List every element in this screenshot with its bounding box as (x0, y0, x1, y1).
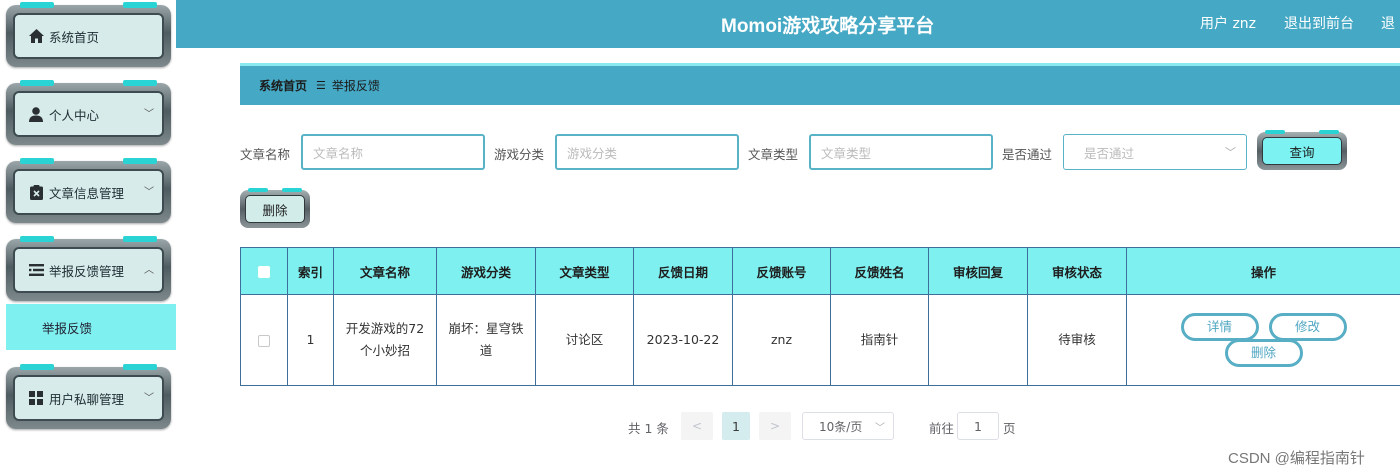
cell-feedback-account: znz (732, 294, 831, 386)
query-button[interactable]: 查询 (1257, 130, 1347, 170)
column-header: 审核状态 (1027, 247, 1127, 295)
list-icon (28, 262, 44, 278)
column-header: 索引 (287, 247, 334, 295)
chevron-down-icon: ﹀ (1225, 146, 1236, 159)
batch-delete-label: 删除 (245, 195, 305, 223)
cell-review-reply (928, 294, 1028, 386)
sidebar: 系统首页 个人中心 ﹀ 文章信息管理 ﹀ 举报反馈管理 ︿ 举报反馈 用户私聊管… (0, 0, 176, 474)
page-size-select[interactable]: 10条/页 ﹀ (802, 412, 894, 440)
table-header-row: 索引 文章名称 游戏分类 文章类型 反馈日期 反馈账号 反馈姓名 审核回复 审核… (240, 247, 1400, 295)
menu-separator-icon: ☰ (316, 79, 326, 92)
article-name-label: 文章名称 (240, 147, 291, 162)
sidebar-item-home[interactable]: 系统首页 (6, 2, 171, 67)
column-header: 反馈姓名 (830, 247, 929, 295)
prev-page-button[interactable]: < (681, 412, 713, 440)
batch-delete-button[interactable]: 删除 (240, 188, 310, 228)
sidebar-item-article-management[interactable]: 文章信息管理 ﹀ (6, 158, 171, 223)
next-page-button[interactable]: > (759, 412, 791, 440)
sidebar-item-label: 系统首页 (49, 29, 100, 45)
sidebar-item-label: 个人中心 (49, 107, 100, 123)
top-header: Momoi游戏攻略分享平台 用户 znz 退出到前台 退 (176, 0, 1400, 48)
current-user: 用户 znz (1200, 16, 1257, 32)
column-header: 反馈日期 (633, 247, 733, 295)
cell-operations: 详情 修改 删除 (1126, 294, 1400, 386)
page-number-current[interactable]: 1 (722, 412, 750, 440)
column-header: 文章类型 (535, 247, 634, 295)
column-header: 游戏分类 (436, 247, 536, 295)
app-title: Momoi游戏攻略分享平台 (721, 16, 935, 37)
column-header: 文章名称 (333, 247, 437, 295)
column-header: 反馈账号 (732, 247, 831, 295)
row-checkbox[interactable] (258, 334, 270, 347)
breadcrumb: 系统首页 ☰ 举报反馈 (240, 63, 1400, 105)
breadcrumb-home[interactable]: 系统首页 (259, 77, 307, 94)
home-icon (28, 28, 44, 44)
grid-icon (28, 390, 44, 406)
sidebar-item-label: 用户私聊管理 (49, 391, 125, 407)
back-to-front-link[interactable]: 退出到前台 (1284, 13, 1354, 33)
logout-link[interactable]: 退 (1381, 13, 1395, 33)
cell-feedback-name: 指南针 (830, 294, 929, 386)
cell-game-category: 崩坏：星穹铁道 (436, 294, 536, 386)
select-all-checkbox[interactable] (258, 266, 270, 278)
game-category-label: 游戏分类 (494, 147, 545, 162)
article-type-label: 文章类型 (748, 147, 799, 162)
query-button-label: 查询 (1262, 137, 1342, 165)
select-all-cell (240, 247, 288, 295)
pagination-total: 共 1 条 (628, 421, 669, 436)
watermark: CSDN @编程指南针 (1228, 450, 1365, 467)
column-header: 操作 (1126, 247, 1400, 295)
approved-label: 是否通过 (1002, 147, 1053, 162)
table-row: 1 开发游戏的72个小妙招 崩坏：星穹铁道 讨论区 2023-10-22 znz… (240, 294, 1400, 386)
row-delete-button[interactable]: 删除 (1224, 339, 1303, 367)
cell-article-type: 讨论区 (535, 294, 634, 386)
goto-label: 前往 (929, 421, 955, 436)
column-header: 审核回复 (928, 247, 1028, 295)
chevron-down-icon: ﹀ (144, 187, 154, 198)
chevron-down-icon: ﹀ (144, 393, 154, 404)
chevron-down-icon: ﹀ (875, 423, 885, 434)
breadcrumb-current: 举报反馈 (331, 79, 380, 93)
pagination: 共 1 条 < 1 > 10条/页 ﹀ 前往 1 页 (0, 412, 1400, 440)
chevron-down-icon: ﹀ (144, 109, 154, 120)
sidebar-item-report-feedback-management[interactable]: 举报反馈管理 ︿ (6, 236, 171, 301)
sidebar-subitem-report-feedback[interactable]: 举报反馈 (6, 304, 176, 350)
game-category-input[interactable]: 游戏分类 (555, 134, 739, 170)
goto-page-input[interactable]: 1 (957, 412, 999, 440)
approved-select-value: 是否通过 (1084, 145, 1135, 161)
goto-suffix: 页 (1003, 421, 1016, 436)
cell-index: 1 (287, 294, 334, 386)
user-icon (28, 106, 44, 122)
sidebar-item-personal-center[interactable]: 个人中心 ﹀ (6, 80, 171, 145)
page-size-value: 10条/页 (819, 419, 863, 434)
sidebar-item-label: 文章信息管理 (49, 185, 125, 201)
detail-button[interactable]: 详情 (1180, 313, 1259, 341)
cell-review-status: 待审核 (1027, 294, 1127, 386)
feedback-table: 索引 文章名称 游戏分类 文章类型 反馈日期 反馈账号 反馈姓名 审核回复 审核… (240, 247, 1400, 386)
clipboard-icon (28, 184, 44, 200)
article-name-input[interactable]: 文章名称 (301, 134, 485, 170)
edit-button[interactable]: 修改 (1268, 313, 1347, 341)
article-type-input[interactable]: 文章类型 (809, 134, 993, 170)
sidebar-item-label: 举报反馈管理 (49, 263, 125, 279)
chevron-up-icon: ︿ (144, 265, 154, 276)
cell-feedback-date: 2023-10-22 (633, 294, 733, 386)
cell-article-name: 开发游戏的72个小妙招 (333, 294, 437, 386)
approved-select[interactable]: 是否通过 ﹀ (1063, 134, 1247, 170)
